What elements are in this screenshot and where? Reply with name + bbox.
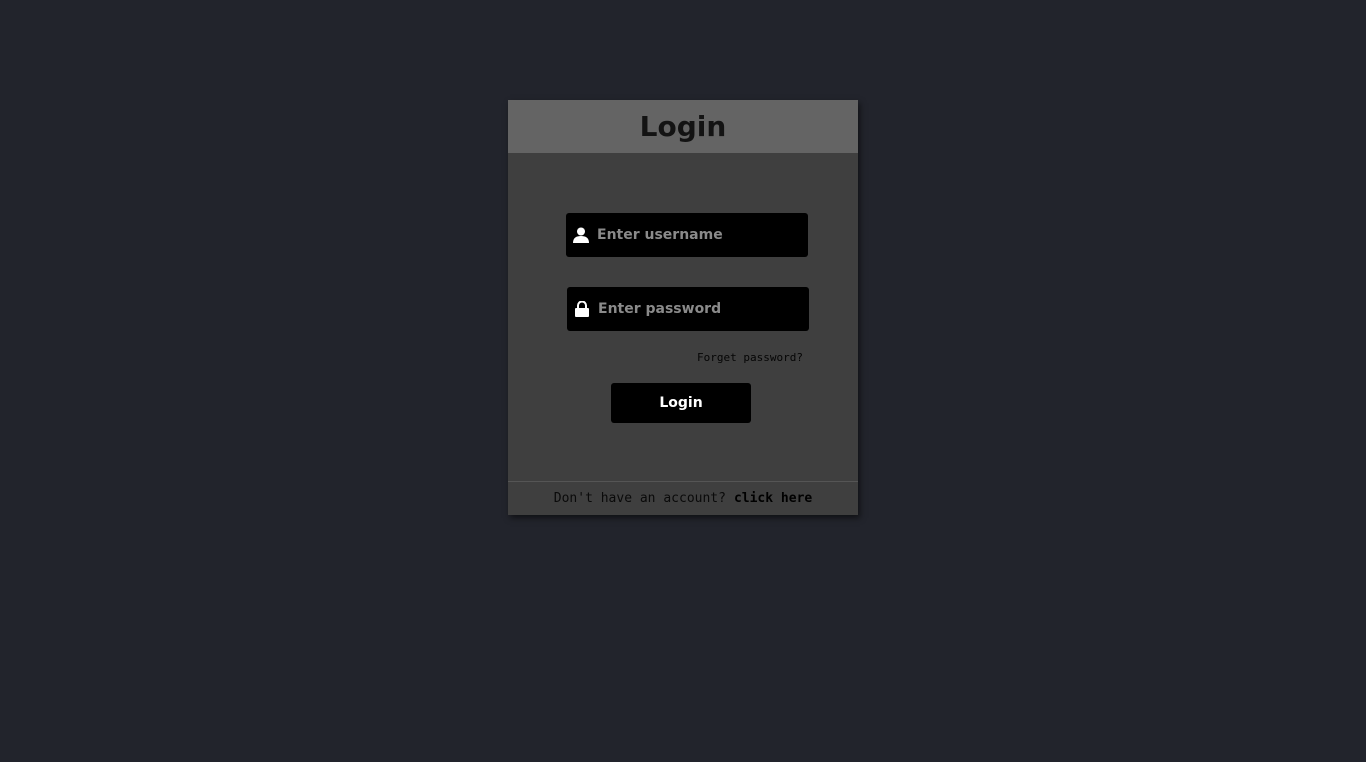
password-input[interactable] (598, 287, 809, 331)
signup-link[interactable]: click here (734, 491, 812, 506)
username-field[interactable] (566, 213, 808, 257)
forgot-password-link[interactable]: Forget password? (697, 351, 803, 364)
signup-prompt: Don't have an account? (553, 491, 726, 506)
password-field[interactable] (567, 287, 809, 331)
lock-icon (574, 300, 590, 318)
user-icon (573, 226, 589, 244)
card-header: Login (508, 100, 858, 153)
signup-footer: Don't have an account? click here (508, 482, 858, 515)
login-card: Login Forget password? Login Don't have … (508, 100, 858, 515)
page-title: Login (639, 110, 727, 143)
username-input[interactable] (597, 213, 808, 257)
login-button[interactable]: Login (611, 383, 751, 423)
